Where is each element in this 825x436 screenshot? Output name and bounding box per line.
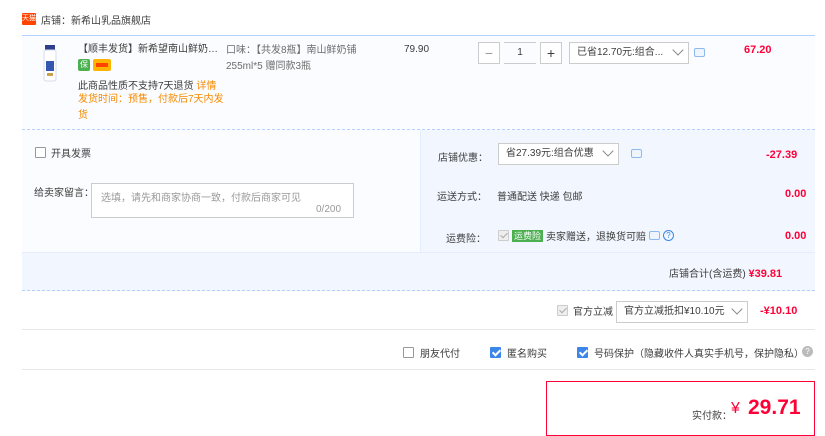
- official-discount-select[interactable]: 官方立减抵扣¥10.10元: [616, 301, 748, 323]
- item-subtotal: 67.20: [744, 44, 772, 56]
- insurance-info: 运费险 卖家赠送，退换货可赔 ?: [498, 228, 675, 243]
- shop-name[interactable]: 店铺：新希山乳品旗舰店: [41, 12, 151, 27]
- payment-amount: 29.71: [748, 396, 801, 419]
- question-icon[interactable]: ?: [802, 346, 813, 357]
- no-return-notice: 此商品性质不支持7天退货 详情: [78, 77, 216, 92]
- invoice-checkbox[interactable]: [35, 147, 46, 158]
- shop-header: 天猫 店铺：新希山乳品旗舰店: [22, 11, 151, 27]
- quantity-stepper: − 1 +: [478, 42, 562, 64]
- shipping-label: 运送方式：: [437, 192, 487, 203]
- insurance-tag: 运费险: [512, 229, 544, 242]
- store-discount-label: 店铺优惠：: [438, 153, 488, 164]
- number-protect-checkbox[interactable]: [577, 347, 588, 358]
- store-total: 店铺合计(含运费) ¥39.81: [669, 265, 782, 280]
- official-discount-value: -¥10.10: [760, 305, 798, 317]
- anonymous-label: 匿名购买: [507, 349, 547, 360]
- divider: [22, 329, 815, 330]
- chat-icon[interactable]: [694, 48, 705, 57]
- quantity-increase-button[interactable]: +: [540, 42, 562, 64]
- message-label: 给卖家留言：: [34, 188, 94, 199]
- product-title[interactable]: 【顺丰发货】新希望南山鲜奶铺...: [78, 43, 226, 57]
- official-discount: 官方立减: [557, 303, 613, 318]
- shipping-fee: 0.00: [785, 188, 807, 200]
- insurance-label: 运费险：: [446, 234, 486, 245]
- insurance-text: 卖家赠送，退换货可赔: [546, 232, 647, 243]
- friend-pay-option[interactable]: 朋友代付: [403, 345, 460, 360]
- anonymous-option[interactable]: 匿名购买: [490, 345, 547, 360]
- store-discount-select-value: 省27.39元:组合优惠: [506, 148, 594, 159]
- chevron-down-icon: [602, 145, 614, 157]
- service-icons: 保: [78, 59, 111, 71]
- anonymous-checkbox[interactable]: [490, 347, 501, 358]
- message-char-count: 0/200: [316, 204, 342, 215]
- details-link[interactable]: 详情: [196, 81, 216, 92]
- product-thumbnail[interactable]: [36, 43, 64, 83]
- chat-icon[interactable]: [631, 149, 642, 158]
- divider: [22, 369, 815, 370]
- store-discount-value: -27.39: [766, 149, 798, 161]
- sku-info: 口味：【共发8瓶】南山鲜奶铺255ml*5 赠同款3瓶: [226, 45, 357, 72]
- chat-icon[interactable]: [649, 231, 661, 240]
- help-icon[interactable]: ?: [663, 230, 675, 241]
- number-protect-label: 号码保护（隐藏收件人真实手机号，保护隐私）: [594, 349, 804, 360]
- card-pay-icon: [93, 59, 111, 71]
- friend-pay-checkbox[interactable]: [403, 347, 414, 358]
- message-placeholder: 选填，请先和商家协商一致，付款后商家可见: [101, 193, 301, 204]
- guarantee-icon: 保: [78, 59, 90, 71]
- item-discount-select-value: 已省12.70元:组合...: [577, 47, 664, 58]
- chevron-down-icon: [731, 303, 743, 315]
- insurance-fee: 0.00: [785, 230, 807, 242]
- quantity-decrease-button[interactable]: −: [478, 42, 500, 64]
- store-total-amount: ¥39.81: [748, 268, 783, 280]
- official-discount-select-value: 官方立减抵扣¥10.10元: [624, 306, 725, 317]
- shipping-method: 普通配送 快递 包邮: [497, 192, 583, 203]
- official-discount-label: 官方立减: [573, 307, 613, 318]
- invoice-option[interactable]: 开具发票: [35, 145, 91, 160]
- item-discount-select[interactable]: 已省12.70元:组合...: [569, 42, 689, 64]
- friend-pay-label: 朋友代付: [420, 349, 460, 360]
- number-protect-option[interactable]: 号码保护（隐藏收件人真实手机号，保护隐私）: [577, 345, 804, 360]
- ship-time: 发货时间：预售，付款后7天内发货: [78, 94, 224, 121]
- no-return-text: 此商品性质不支持7天退货: [78, 81, 194, 92]
- official-discount-checkbox: [557, 305, 568, 316]
- store-discount-select[interactable]: 省27.39元:组合优惠: [498, 143, 619, 165]
- payment-label: 实付款：: [692, 411, 732, 422]
- insurance-checkbox: [498, 230, 509, 241]
- invoice-label: 开具发票: [51, 149, 91, 160]
- unit-price: 79.90: [404, 44, 430, 55]
- tmall-icon: 天猫: [22, 13, 36, 25]
- store-total-label: 店铺合计(含运费): [669, 269, 746, 280]
- currency-symbol: ¥: [731, 400, 740, 417]
- chevron-down-icon: [672, 44, 684, 56]
- quantity-input[interactable]: 1: [504, 42, 536, 64]
